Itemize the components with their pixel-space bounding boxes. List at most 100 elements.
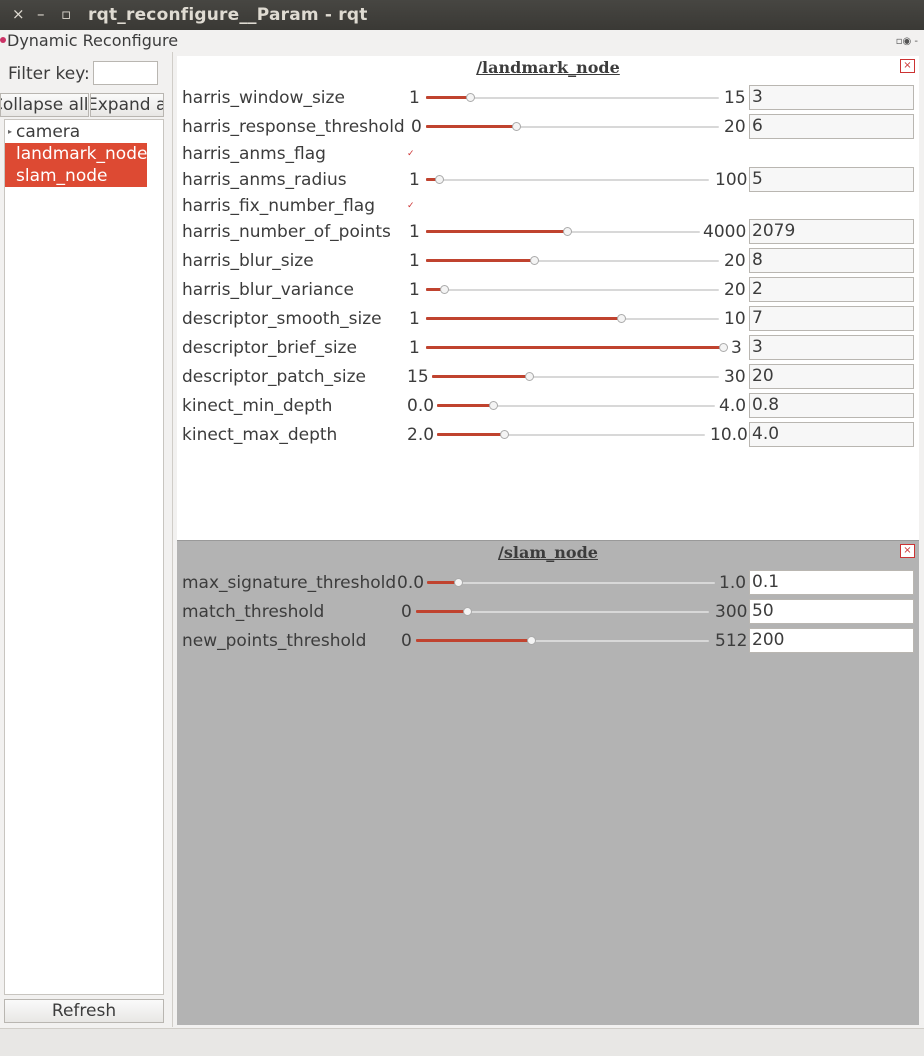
param-max: 30 bbox=[724, 367, 746, 387]
tree-item-slam-node[interactable]: slam_node bbox=[5, 165, 147, 187]
param-slider[interactable] bbox=[426, 343, 728, 352]
panel-landmark-node: /landmark_node × harris_window_size 1 15… bbox=[177, 56, 919, 540]
param-value-input[interactable]: 5 bbox=[749, 167, 914, 192]
slider-handle[interactable] bbox=[489, 401, 498, 410]
maximize-window-button[interactable]: ▫ bbox=[61, 4, 71, 24]
param-slider[interactable] bbox=[426, 122, 719, 131]
slider-handle[interactable] bbox=[466, 93, 475, 102]
param-slider[interactable] bbox=[416, 607, 709, 616]
param-slider[interactable] bbox=[437, 401, 715, 410]
param-value-input[interactable]: 7 bbox=[749, 306, 914, 331]
param-value-input[interactable]: 0.1 bbox=[749, 570, 914, 595]
param-slider[interactable] bbox=[426, 256, 719, 265]
panel-slam-node: /slam_node × max_signature_threshold 0.0… bbox=[177, 540, 919, 1025]
slider-fill bbox=[432, 375, 529, 378]
param-value-input[interactable]: 3 bbox=[749, 335, 914, 360]
minimize-window-button[interactable]: – bbox=[37, 4, 45, 24]
param-min: 0.0 bbox=[407, 396, 435, 416]
slider-handle[interactable] bbox=[463, 607, 472, 616]
expand-arrow-icon[interactable]: ▸ bbox=[8, 121, 12, 143]
slider-handle[interactable] bbox=[454, 578, 463, 587]
close-panel-button[interactable]: × bbox=[900, 544, 915, 558]
slider-handle[interactable] bbox=[525, 372, 534, 381]
slider-handle[interactable] bbox=[435, 175, 444, 184]
collapse-all-button[interactable]: Collapse all bbox=[0, 93, 89, 117]
param-value-input[interactable]: 200 bbox=[749, 628, 914, 653]
param-slider[interactable] bbox=[416, 636, 709, 645]
param-value-input[interactable]: 2 bbox=[749, 277, 914, 302]
param-min: 1 bbox=[409, 309, 420, 329]
param-min: 1 bbox=[409, 338, 420, 358]
param-value-input[interactable]: 6 bbox=[749, 114, 914, 139]
param-max: 3 bbox=[731, 338, 742, 358]
param-slider[interactable] bbox=[426, 227, 700, 236]
slider-handle[interactable] bbox=[527, 636, 536, 645]
param-value-input[interactable]: 20 bbox=[749, 364, 914, 389]
window-titlebar: × – ▫ rqt_reconfigure__Param - rqt bbox=[0, 0, 924, 30]
param-checkbox[interactable]: ✓ bbox=[407, 150, 415, 159]
slider-handle[interactable] bbox=[440, 285, 449, 294]
param-name: match_threshold bbox=[182, 602, 325, 622]
param-max: 300 bbox=[715, 602, 748, 622]
param-name: descriptor_brief_size bbox=[182, 338, 357, 358]
param-value-input[interactable]: 0.8 bbox=[749, 393, 914, 418]
param-value-input[interactable]: 8 bbox=[749, 248, 914, 273]
status-bar bbox=[0, 1028, 924, 1056]
slider-fill bbox=[426, 259, 534, 262]
param-slider[interactable] bbox=[426, 175, 709, 184]
param-max: 100 bbox=[715, 170, 748, 190]
param-value-input[interactable]: 50 bbox=[749, 599, 914, 624]
node-tree: ▸ camera landmark_node slam_node bbox=[4, 119, 164, 995]
param-name: harris_response_threshold bbox=[182, 117, 405, 137]
expand-all-label: Expand all bbox=[90, 95, 163, 115]
slider-handle[interactable] bbox=[719, 343, 728, 352]
param-row: descriptor_smooth_size 1 10 7 bbox=[177, 306, 919, 332]
param-slider[interactable] bbox=[427, 578, 715, 587]
tree-item-label: landmark_node bbox=[16, 144, 148, 164]
slider-handle[interactable] bbox=[512, 122, 521, 131]
param-checkbox[interactable]: ✓ bbox=[407, 202, 415, 211]
close-panel-button[interactable]: × bbox=[900, 59, 915, 73]
close-window-button[interactable]: × bbox=[12, 4, 25, 24]
refresh-button[interactable]: Refresh bbox=[4, 999, 164, 1023]
param-row: harris_anms_radius 1 100 5 bbox=[177, 167, 919, 193]
collapse-all-label: Collapse all bbox=[0, 95, 89, 115]
tree-item-landmark-node[interactable]: landmark_node bbox=[5, 143, 147, 165]
param-value-input[interactable]: 4.0 bbox=[749, 422, 914, 447]
param-max: 512 bbox=[715, 631, 748, 651]
tree-item-label: slam_node bbox=[16, 166, 108, 186]
plugin-icon bbox=[0, 37, 6, 43]
slider-handle[interactable] bbox=[617, 314, 626, 323]
expand-all-button[interactable]: Expand all bbox=[90, 93, 164, 117]
param-max: 4000 bbox=[703, 222, 747, 242]
param-max: 1.0 bbox=[719, 573, 747, 593]
param-min: 15 bbox=[407, 367, 429, 387]
slider-handle[interactable] bbox=[530, 256, 539, 265]
slider-handle[interactable] bbox=[563, 227, 572, 236]
param-min: 1 bbox=[409, 88, 420, 108]
param-max: 15 bbox=[724, 88, 746, 108]
param-max: 4.0 bbox=[719, 396, 747, 416]
param-name: harris_anms_radius bbox=[182, 170, 347, 190]
splitter[interactable] bbox=[172, 52, 173, 1027]
param-slider[interactable] bbox=[432, 372, 719, 381]
param-name: new_points_threshold bbox=[182, 631, 367, 651]
plugin-controls[interactable]: ▫◉ - bbox=[896, 36, 918, 47]
plugin-title: Dynamic Reconfigure bbox=[7, 31, 179, 50]
param-value-input[interactable]: 2079 bbox=[749, 219, 914, 244]
slider-fill bbox=[416, 610, 467, 613]
param-name: harris_fix_number_flag bbox=[182, 196, 375, 216]
filter-input[interactable] bbox=[93, 61, 158, 85]
param-slider[interactable] bbox=[426, 314, 719, 323]
param-slider[interactable] bbox=[437, 430, 705, 439]
param-name: harris_anms_flag bbox=[182, 144, 326, 164]
param-value-input[interactable]: 3 bbox=[749, 85, 914, 110]
param-slider[interactable] bbox=[426, 93, 719, 102]
param-min: 1 bbox=[409, 251, 420, 271]
slider-handle[interactable] bbox=[500, 430, 509, 439]
tree-item-camera[interactable]: ▸ camera bbox=[5, 121, 147, 143]
param-name: kinect_min_depth bbox=[182, 396, 333, 416]
param-row: harris_anms_flag ✓ bbox=[177, 141, 919, 167]
param-slider[interactable] bbox=[426, 285, 719, 294]
param-name: max_signature_threshold bbox=[182, 573, 397, 593]
